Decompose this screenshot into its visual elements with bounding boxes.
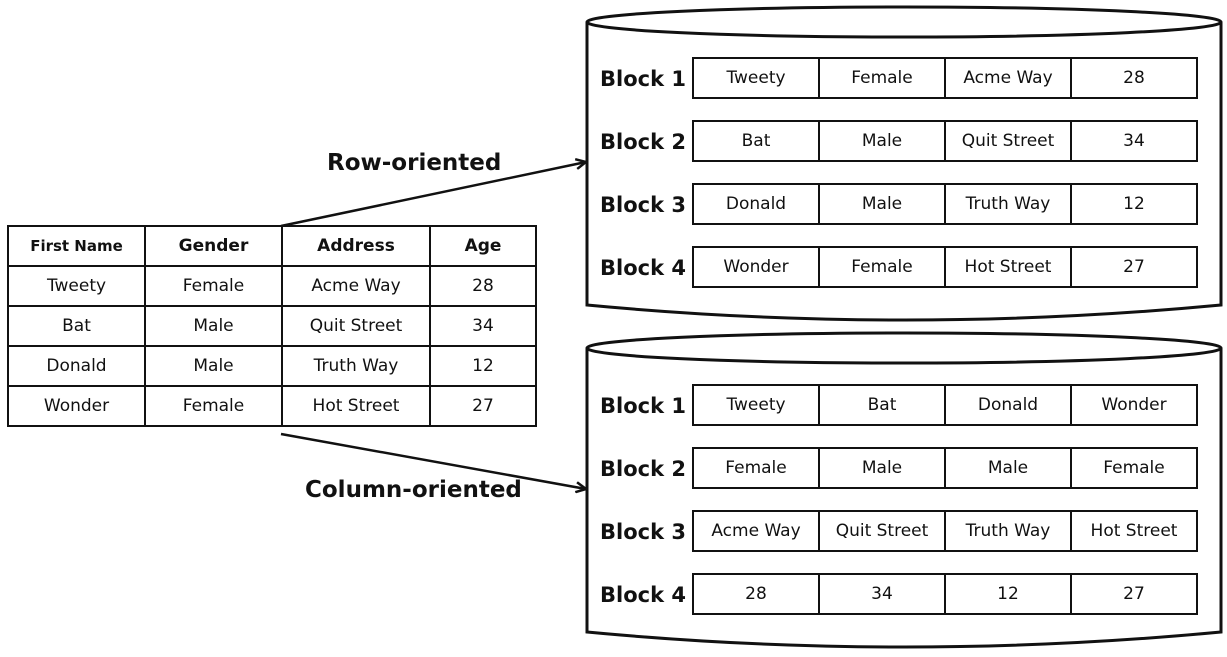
block-cell: 27 [1123,257,1145,277]
row-oriented-label: Row-oriented [327,150,502,176]
cell-age: 34 [429,305,537,347]
block-cell: Female [820,59,946,97]
block-cell: 12 [946,575,1072,613]
block-cell: Tweety [694,386,820,424]
row-block-label: Block 3 [600,193,686,217]
cell-first-name: Donald [7,345,146,387]
row-block: Donald Male Truth Way 12 [692,183,1198,225]
cell-gender: Male [144,305,283,347]
block-cell: Wonder [1101,395,1167,415]
block-cell: Donald [694,185,820,223]
block-cell: 34 [1123,131,1145,151]
cell-address: Hot Street [281,385,431,427]
cell-gender: Female [144,385,283,427]
block-cell: Quit Street [820,512,946,550]
header-address: Address [281,225,431,267]
table-row: Bat Male Quit Street 34 [7,305,537,347]
block-cell: 34 [820,575,946,613]
block-cell: Donald [946,386,1072,424]
row-block-label: Block 2 [600,130,686,154]
table-header-row: First Name Gender Address Age [7,225,537,267]
table-row: Donald Male Truth Way 12 [7,345,537,387]
block-cell: Bat [694,122,820,160]
block-cell: Truth Way [946,185,1072,223]
block-cell: Male [946,449,1072,487]
column-block-label: Block 4 [600,583,686,607]
row-block-label: Block 4 [600,256,686,280]
cell-address: Quit Street [281,305,431,347]
cell-address: Truth Way [281,345,431,387]
cell-first-name: Wonder [7,385,146,427]
cell-age: 27 [429,385,537,427]
block-cell: Acme Way [694,512,820,550]
cell-age: 28 [429,265,537,307]
cell-gender: Female [144,265,283,307]
column-block-label: Block 1 [600,394,686,418]
column-block: 28 34 12 27 [692,573,1198,615]
block-cell: Female [1103,458,1165,478]
block-cell: 12 [1123,194,1145,214]
block-cell: Female [694,449,820,487]
cell-gender: Male [144,345,283,387]
header-gender: Gender [144,225,283,267]
column-block: Female Male Male Female [692,447,1198,489]
table-row: Wonder Female Hot Street 27 [7,385,537,427]
block-cell: 27 [1123,584,1145,604]
column-oriented-label: Column-oriented [305,477,522,503]
block-cell: Quit Street [946,122,1072,160]
row-block: Wonder Female Hot Street 27 [692,246,1198,288]
block-cell: Acme Way [946,59,1072,97]
cell-first-name: Tweety [7,265,146,307]
row-block: Bat Male Quit Street 34 [692,120,1198,162]
row-block: Tweety Female Acme Way 28 [692,57,1198,99]
block-cell: Male [820,449,946,487]
block-cell: Truth Way [946,512,1072,550]
source-table: First Name Gender Address Age Tweety Fem… [7,225,537,427]
block-cell: Hot Street [946,248,1072,286]
header-age: Age [429,225,537,267]
block-cell: Wonder [694,248,820,286]
block-cell: Tweety [694,59,820,97]
block-cell: Male [820,185,946,223]
row-block-label: Block 1 [600,67,686,91]
cell-first-name: Bat [7,305,146,347]
column-block: Tweety Bat Donald Wonder [692,384,1198,426]
header-first-name: First Name [7,225,146,267]
block-cell: 28 [1123,68,1145,88]
table-row: Tweety Female Acme Way 28 [7,265,537,307]
block-cell: 28 [694,575,820,613]
block-cell: Bat [820,386,946,424]
block-cell: Female [820,248,946,286]
block-cell: Male [820,122,946,160]
cell-age: 12 [429,345,537,387]
cell-address: Acme Way [281,265,431,307]
column-block-label: Block 3 [600,520,686,544]
column-block: Acme Way Quit Street Truth Way Hot Stree… [692,510,1198,552]
block-cell: Hot Street [1090,521,1178,541]
column-block-label: Block 2 [600,457,686,481]
